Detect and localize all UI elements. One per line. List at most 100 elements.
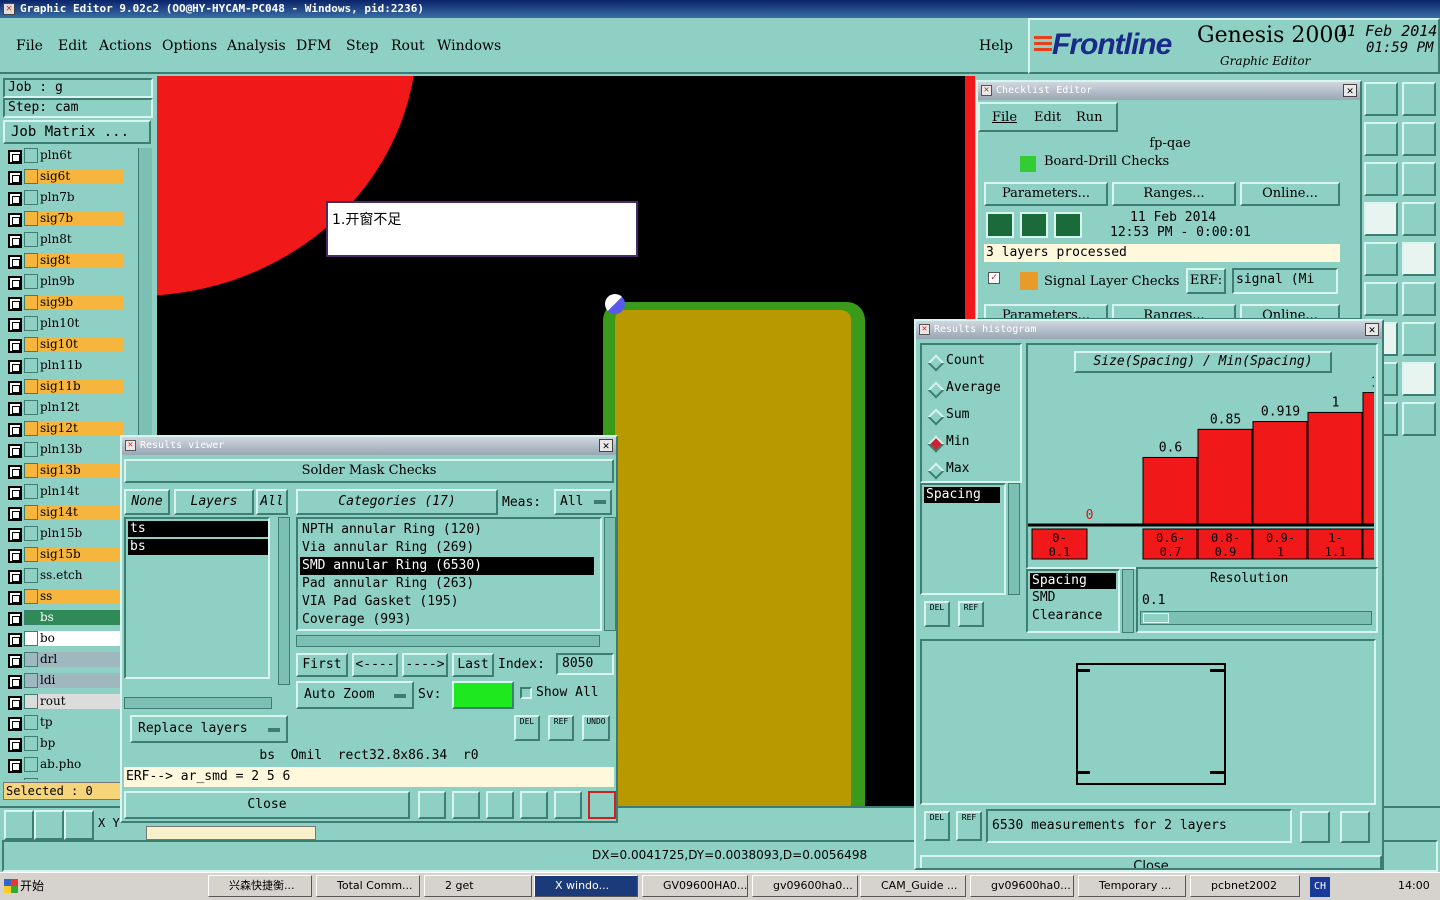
layer-row-pln6t[interactable]: pln6t <box>6 148 124 165</box>
layer-color-swatch[interactable] <box>24 169 38 184</box>
layer-color-swatch[interactable] <box>24 190 38 205</box>
category-list-vscroll[interactable] <box>604 517 616 631</box>
layer-color-swatch[interactable] <box>24 253 38 268</box>
menu-rout[interactable]: Rout <box>391 38 425 54</box>
category-cell[interactable] <box>1362 528 1374 560</box>
layer-color-swatch[interactable] <box>24 337 38 352</box>
histogram-del-button[interactable]: DEL <box>924 601 950 627</box>
menu-options[interactable]: Options <box>162 38 217 54</box>
close-icon[interactable]: ✕ <box>599 439 613 452</box>
line-icon[interactable] <box>1364 282 1398 316</box>
layer-checkbox[interactable] <box>8 696 22 710</box>
layer-checkbox[interactable] <box>8 486 22 500</box>
layer-checkbox[interactable] <box>8 591 22 605</box>
measure-icon[interactable] <box>1402 402 1436 436</box>
slider-thumb[interactable] <box>1143 613 1169 623</box>
layer-checkbox[interactable] <box>8 213 22 227</box>
start-button[interactable]: 开始 <box>2 875 50 897</box>
layer-checkbox[interactable] <box>8 381 22 395</box>
layer-row-pln9b[interactable]: pln9b <box>6 274 124 291</box>
layer-row-ab.pho[interactable]: ab.pho <box>6 757 124 774</box>
layer-color-swatch[interactable] <box>24 547 38 562</box>
parameters-button-1[interactable]: Parameters... <box>984 182 1108 206</box>
histogram-bar[interactable] <box>1362 392 1374 526</box>
layer-checkbox[interactable] <box>8 192 22 206</box>
language-indicator[interactable]: CH <box>1310 877 1330 897</box>
auto-zoom-dropdown[interactable]: Auto Zoom <box>296 681 414 709</box>
menu-actions[interactable]: Actions <box>99 38 152 54</box>
layer-checkbox[interactable] <box>8 150 22 164</box>
ranges-button-1[interactable]: Ranges... <box>1112 182 1236 206</box>
home-icon[interactable] <box>1364 82 1398 116</box>
res-item-spacing[interactable]: Spacing <box>1030 573 1116 589</box>
checkbox-icon[interactable]: ✓ <box>988 272 1000 284</box>
layer-row-ldi[interactable]: ldi <box>6 673 124 690</box>
layer-row-sig12t[interactable]: sig12t <box>6 421 124 438</box>
export-icon-2[interactable] <box>1340 811 1370 843</box>
layer-color-swatch[interactable] <box>24 358 38 373</box>
layer-row-at.pho[interactable]: at.pho <box>6 778 124 780</box>
category-item-selected[interactable]: SMD annular Ring (6530) <box>300 557 594 575</box>
histogram-icon[interactable] <box>588 791 616 819</box>
run-icon-1[interactable] <box>986 212 1014 238</box>
layer-color-swatch[interactable] <box>24 589 38 604</box>
all-layers-button[interactable]: All <box>256 489 288 515</box>
histogram-close-button[interactable]: Close <box>920 855 1382 868</box>
layer-checkbox[interactable] <box>8 549 22 563</box>
layer-color-swatch[interactable] <box>24 379 38 394</box>
point-icon[interactable] <box>1402 242 1436 276</box>
replace-layers-dropdown[interactable]: Replace layers <box>130 715 288 743</box>
layer-row-ss.etch[interactable]: ss.etch <box>6 568 124 585</box>
layer-color-swatch[interactable] <box>24 400 38 415</box>
layer-color-swatch[interactable] <box>24 778 38 780</box>
taskbar-item[interactable]: Temporary ... <box>1078 875 1186 897</box>
layer-color-swatch[interactable] <box>24 526 38 541</box>
help-icon[interactable] <box>1402 162 1436 196</box>
taskbar-item[interactable]: X windo... <box>534 875 638 897</box>
run-icon-3[interactable] <box>1054 212 1082 238</box>
layer-color-swatch[interactable] <box>24 694 38 709</box>
layer-checkbox[interactable] <box>8 759 22 773</box>
layer-row-pln14t[interactable]: pln14t <box>6 484 124 501</box>
layer-row-pln10t[interactable]: pln10t <box>6 316 124 333</box>
layer-checkbox[interactable] <box>8 339 22 353</box>
layer-color-swatch[interactable] <box>24 757 38 772</box>
ruler-icon[interactable] <box>1364 242 1398 276</box>
layer-row-sig6t[interactable]: sig6t <box>6 169 124 186</box>
layer-checkbox[interactable] <box>8 255 22 269</box>
net-icon[interactable] <box>1364 202 1398 236</box>
run-icon-2[interactable] <box>1020 212 1048 238</box>
layer-color-swatch[interactable] <box>24 211 38 226</box>
first-button[interactable]: First <box>296 653 348 677</box>
layer-checkbox[interactable] <box>8 507 22 521</box>
layer-row-pln13b[interactable]: pln13b <box>6 442 124 459</box>
resolution-slider[interactable] <box>1140 611 1372 625</box>
menu-file[interactable]: File <box>16 38 43 54</box>
layer-item-ts[interactable]: ts <box>128 521 268 537</box>
radio-max[interactable] <box>927 462 945 480</box>
checklist-menu-edit[interactable]: Edit <box>1034 110 1061 125</box>
menu-dfm[interactable]: DFM <box>296 38 331 54</box>
layer-color-swatch[interactable] <box>24 715 38 730</box>
index-field[interactable]: 8050 <box>556 653 614 675</box>
coord-input[interactable] <box>146 826 316 840</box>
draw-icon[interactable] <box>1402 282 1436 316</box>
taskbar-item[interactable]: gv09600ha0... <box>970 875 1074 897</box>
layer-row-bo[interactable]: bo <box>6 631 124 648</box>
taskbar-item[interactable]: Total Comm... <box>316 875 420 897</box>
layer-row-sig14t[interactable]: sig14t <box>6 505 124 522</box>
layer-row-sig15b[interactable]: sig15b <box>6 547 124 564</box>
layer-color-swatch[interactable] <box>24 442 38 457</box>
grid-icon[interactable] <box>64 810 94 840</box>
layer-checkbox[interactable] <box>8 465 22 479</box>
layer-checkbox[interactable] <box>8 528 22 542</box>
layer-row-pln11b[interactable]: pln11b <box>6 358 124 375</box>
category-item[interactable]: NPTH annular Ring (120) <box>300 521 600 539</box>
histogram-ref-button-2[interactable]: REF <box>956 811 982 841</box>
layer-row-pln7b[interactable]: pln7b <box>6 190 124 207</box>
layer-checkbox[interactable] <box>8 717 22 731</box>
layer-checkbox[interactable] <box>8 654 22 668</box>
layer-color-swatch[interactable] <box>24 568 38 583</box>
radio-sum[interactable] <box>927 408 945 426</box>
category-item[interactable]: Coverage (993) <box>300 611 600 629</box>
